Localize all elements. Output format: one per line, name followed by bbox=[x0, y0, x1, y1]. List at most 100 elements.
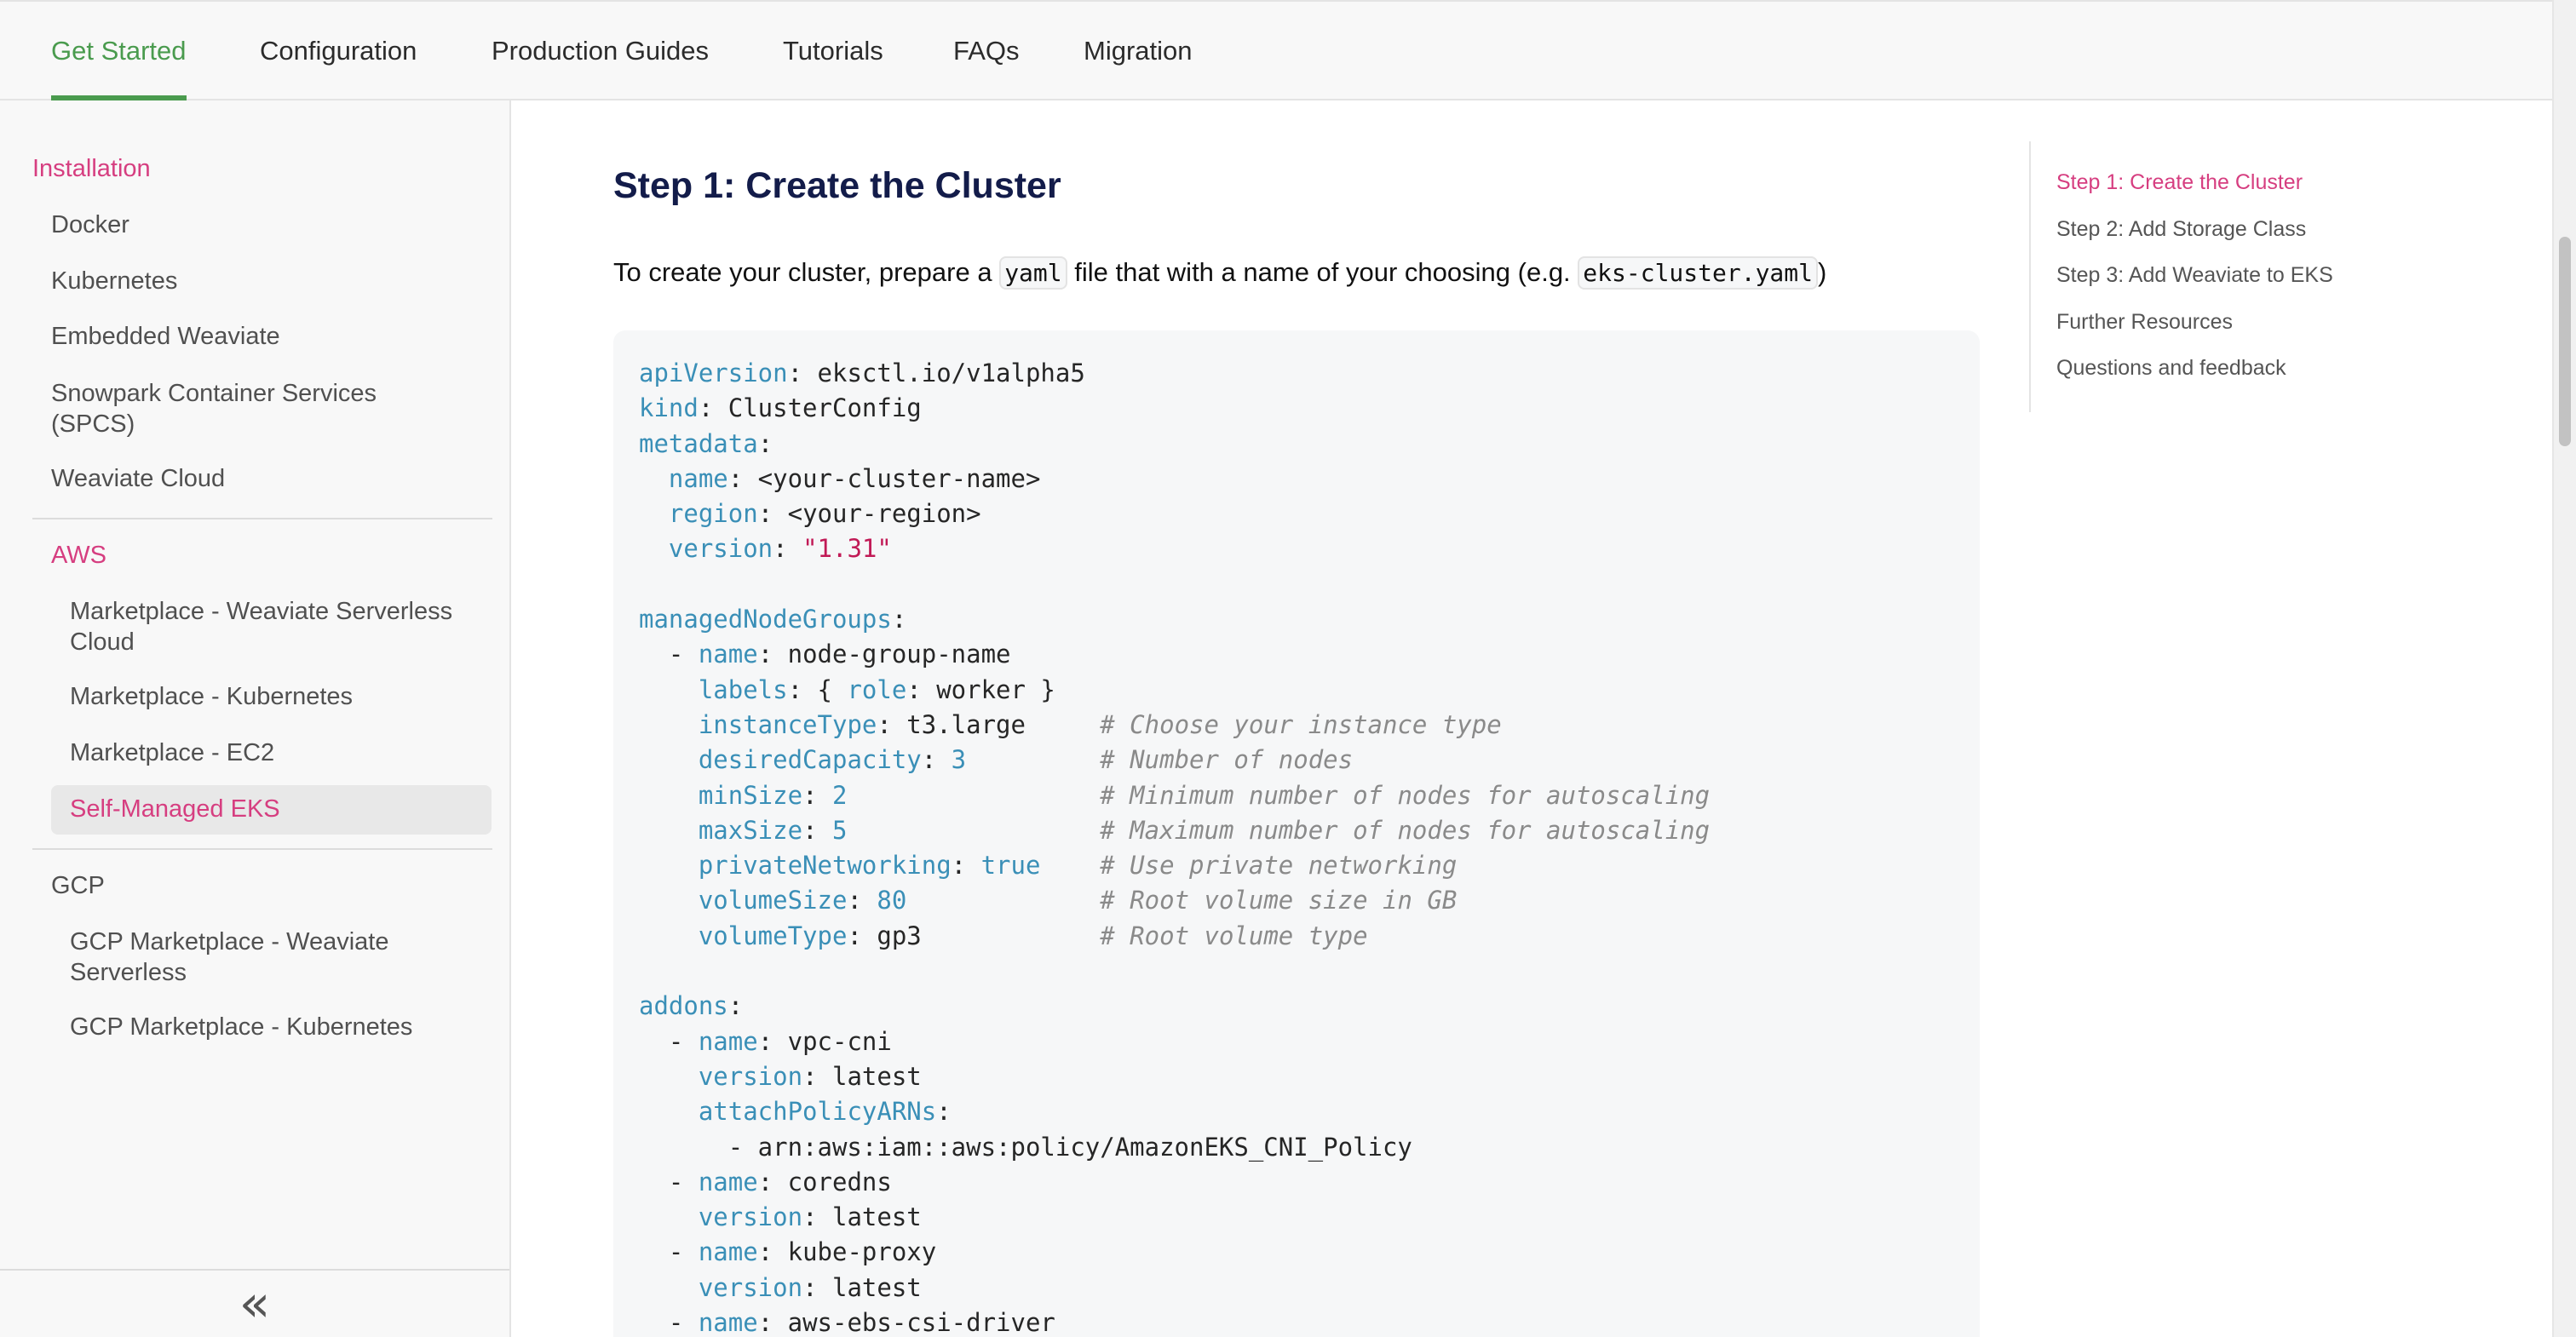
code-line: - name: aws-ebs-csi-driver bbox=[639, 1305, 1710, 1337]
sidebar-item-weaviate-cloud[interactable]: Weaviate Cloud bbox=[51, 463, 225, 494]
code-key: 2 bbox=[831, 780, 848, 810]
sidebar-item-gcp-kubernetes[interactable]: GCP Marketplace - Kubernetes bbox=[70, 1012, 412, 1042]
code-comment: # Root volume size in GB bbox=[1100, 886, 1458, 915]
code-text: : worker } bbox=[906, 674, 1055, 704]
code-text: - bbox=[639, 1237, 699, 1267]
code-key: addons bbox=[639, 991, 728, 1021]
code-text: : bbox=[951, 851, 981, 881]
code-line: - arn:aws:iam::aws:policy/AmazonEKS_CNI_… bbox=[639, 1130, 1710, 1165]
sidebar-item-gcp-serverless[interactable]: GCP Marketplace - Weaviate Serverless bbox=[70, 927, 388, 988]
code-text: : { bbox=[787, 674, 848, 704]
code-key: name bbox=[698, 1026, 758, 1056]
sidebar-item-gcp-serverless-line1: GCP Marketplace - Weaviate bbox=[70, 928, 389, 955]
code-string: "1.31" bbox=[802, 534, 892, 564]
toc-item-step2[interactable]: Step 2: Add Storage Class bbox=[2056, 217, 2306, 242]
sidebar-item-snowpark[interactable]: Snowpark Container Services (SPCS) bbox=[51, 378, 377, 439]
code-line: version: latest bbox=[639, 1271, 1710, 1305]
tab-get-started[interactable]: Get Started bbox=[51, 2, 187, 100]
code-text: : bbox=[773, 534, 803, 564]
page-scrollbar[interactable] bbox=[2552, 0, 2576, 1337]
code-comment: # Use private networking bbox=[1100, 851, 1458, 881]
top-navigation: Get Started Configuration Production Gui… bbox=[0, 0, 2552, 100]
code-key: volumeType bbox=[698, 921, 848, 950]
code-key: maxSize bbox=[698, 815, 803, 845]
code-key: volumeSize bbox=[698, 886, 848, 915]
code-key: name bbox=[698, 1308, 758, 1337]
inline-code-yaml: yaml bbox=[999, 256, 1067, 290]
sidebar-item-marketplace-ec2[interactable]: Marketplace - EC2 bbox=[70, 737, 274, 768]
tab-tutorials[interactable]: Tutorials bbox=[783, 2, 883, 100]
code-key: instanceType bbox=[698, 709, 877, 739]
scrollbar-thumb[interactable] bbox=[2559, 237, 2571, 446]
code-line: minSize: 2 # Minimum number of nodes for… bbox=[639, 778, 1710, 813]
code-key: region bbox=[668, 499, 758, 529]
sidebar-item-marketplace-serverless[interactable]: Marketplace - Weaviate Serverless Cloud bbox=[70, 596, 452, 657]
code-line: privateNetworking: true # Use private ne… bbox=[639, 848, 1710, 883]
code-text: - bbox=[639, 1026, 699, 1056]
toc-item-questions[interactable]: Questions and feedback bbox=[2056, 356, 2286, 381]
code-key: 5 bbox=[831, 815, 848, 845]
code-comment: # Choose your instance type bbox=[1100, 709, 1502, 739]
sidebar-item-marketplace-kubernetes[interactable]: Marketplace - Kubernetes bbox=[70, 681, 353, 712]
toc-item-step3[interactable]: Step 3: Add Weaviate to EKS bbox=[2056, 263, 2333, 288]
tab-configuration[interactable]: Configuration bbox=[260, 2, 417, 100]
sidebar-item-kubernetes[interactable]: Kubernetes bbox=[51, 266, 177, 296]
code-line: metadata: bbox=[639, 427, 1710, 462]
code-key: attachPolicyARNs bbox=[698, 1097, 937, 1127]
code-text: : aws-ebs-csi-driver bbox=[757, 1308, 1055, 1337]
code-text: - arn:aws:iam::aws:policy/AmazonEKS_CNI_… bbox=[639, 1132, 1412, 1162]
tab-migration[interactable]: Migration bbox=[1084, 2, 1193, 100]
sidebar-item-gcp[interactable]: GCP bbox=[51, 870, 105, 901]
code-key: privateNetworking bbox=[698, 851, 952, 881]
code-text: : node-group-name bbox=[757, 640, 1011, 669]
code-text: : ClusterConfig bbox=[698, 393, 922, 423]
main-content: Step 1: Create the Cluster To create you… bbox=[513, 100, 2029, 1337]
code-text: : bbox=[936, 1097, 952, 1127]
code-key: minSize bbox=[698, 780, 803, 810]
tab-faqs[interactable]: FAQs bbox=[953, 2, 1020, 100]
sidebar-item-self-managed-eks[interactable]: Self-Managed EKS bbox=[70, 794, 280, 824]
code-text: : t3.large bbox=[877, 709, 1101, 739]
sidebar-item-gcp-serverless-line2: Serverless bbox=[70, 959, 187, 986]
code-text: : bbox=[757, 428, 773, 458]
code-text: : latest bbox=[802, 1202, 922, 1232]
inline-code-filename: eks-cluster.yaml bbox=[1578, 256, 1818, 290]
code-key: name bbox=[698, 1167, 758, 1196]
sidebar-item-docker[interactable]: Docker bbox=[51, 209, 129, 240]
collapse-sidebar-button[interactable]: « bbox=[0, 1269, 509, 1337]
toc-item-further-resources[interactable]: Further Resources bbox=[2056, 310, 2233, 335]
sidebar-divider bbox=[32, 848, 492, 850]
code-key: name bbox=[698, 1237, 758, 1267]
code-key: desiredCapacity bbox=[698, 745, 922, 775]
code-key: 80 bbox=[877, 886, 907, 915]
sidebar-item-aws[interactable]: AWS bbox=[51, 540, 106, 571]
toc-item-step1[interactable]: Step 1: Create the Cluster bbox=[2056, 170, 2303, 195]
code-key: labels bbox=[698, 674, 788, 704]
code-line: - name: node-group-name bbox=[639, 637, 1710, 672]
code-line: managedNodeGroups: bbox=[639, 602, 1710, 637]
tab-production-guides[interactable]: Production Guides bbox=[492, 2, 709, 100]
code-line: attachPolicyARNs: bbox=[639, 1094, 1710, 1129]
code-text: : bbox=[727, 991, 744, 1021]
code-text: : coredns bbox=[757, 1167, 892, 1196]
code-key: name bbox=[668, 463, 728, 493]
code-line: instanceType: t3.large # Choose your ins… bbox=[639, 708, 1710, 743]
sidebar-item-embedded-weaviate[interactable]: Embedded Weaviate bbox=[51, 321, 280, 352]
sidebar-item-snowpark-line1: Snowpark Container Services bbox=[51, 380, 377, 407]
code-key: 3 bbox=[951, 745, 967, 775]
sidebar-item-installation[interactable]: Installation bbox=[32, 153, 151, 184]
code-line: - name: kube-proxy bbox=[639, 1235, 1710, 1270]
code-line: version: "1.31" bbox=[639, 531, 1710, 566]
code-text: : latest bbox=[802, 1061, 922, 1091]
